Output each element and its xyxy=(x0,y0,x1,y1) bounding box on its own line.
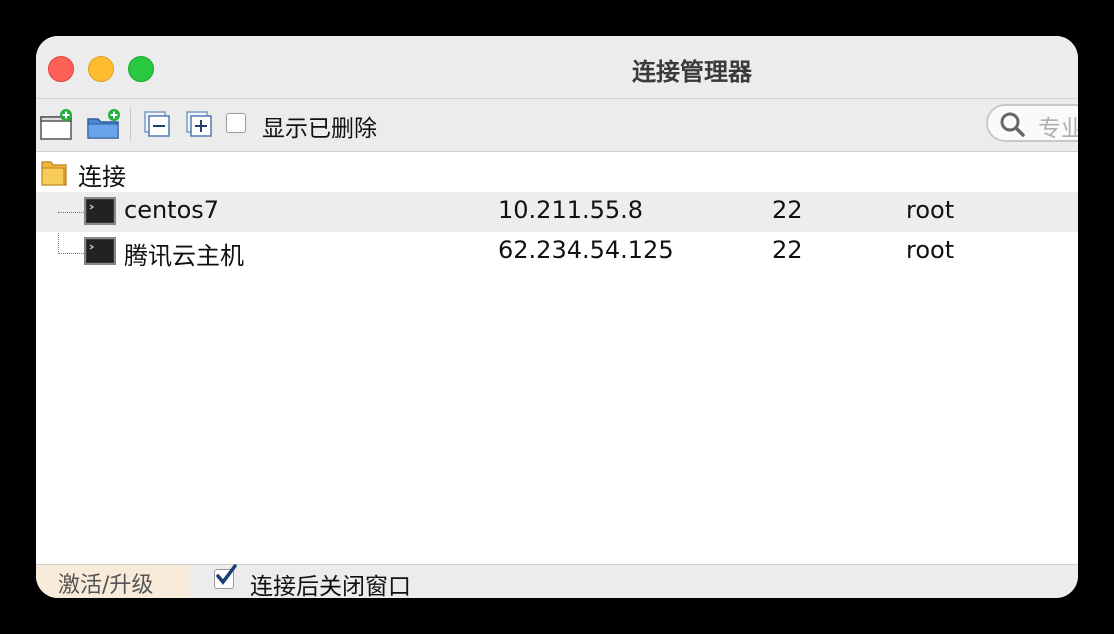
tree-connector xyxy=(58,212,84,213)
connection-row[interactable]: centos7 10.211.55.8 22 root xyxy=(36,192,1078,232)
search-placeholder: 专业 xyxy=(1038,116,1078,142)
window-title: 连接管理器 xyxy=(632,58,752,86)
connection-name: centos7 xyxy=(124,196,220,224)
terminal-icon xyxy=(84,197,116,225)
terminal-icon xyxy=(84,237,116,265)
close-window-button[interactable] xyxy=(48,56,74,82)
show-deleted-checkbox[interactable] xyxy=(226,113,246,133)
connection-manager-window: 连接管理器 显示已删除 专业 连接 centos7 10.211.55.8 22… xyxy=(36,36,1078,598)
bottom-bar: 激活/升级 连接后关闭窗口 xyxy=(36,564,1078,598)
search-input[interactable]: 专业 xyxy=(986,104,1078,142)
activate-upgrade-button[interactable]: 激活/升级 xyxy=(36,565,190,598)
title-bar[interactable]: 连接管理器 xyxy=(36,36,1078,99)
maximize-window-button[interactable] xyxy=(128,56,154,82)
connection-host: 62.234.54.125 xyxy=(498,236,674,264)
new-folder-icon[interactable] xyxy=(86,109,122,141)
connection-port: 22 xyxy=(772,196,803,224)
show-deleted-label: 显示已删除 xyxy=(262,116,377,142)
connection-row[interactable]: 腾讯云主机 62.234.54.125 22 root xyxy=(36,232,1078,272)
tree-connector xyxy=(58,253,84,254)
connection-host: 10.211.55.8 xyxy=(498,196,644,224)
close-after-connect-checkbox[interactable] xyxy=(214,564,237,589)
connection-user: root xyxy=(906,236,955,264)
close-after-connect-label: 连接后关闭窗口 xyxy=(250,574,411,598)
collapse-all-icon[interactable] xyxy=(144,111,172,139)
search-icon xyxy=(1000,112,1025,137)
connection-port: 22 xyxy=(772,236,803,264)
minimize-window-button[interactable] xyxy=(88,56,114,82)
toolbar-separator xyxy=(130,107,131,141)
checkmark-icon xyxy=(216,564,237,585)
connection-name: 腾讯云主机 xyxy=(124,242,244,270)
toolbar: 显示已删除 专业 xyxy=(36,99,1078,152)
expand-all-icon[interactable] xyxy=(186,111,214,139)
folder-label: 连接 xyxy=(78,163,126,191)
connection-user: root xyxy=(906,196,955,224)
new-connection-icon[interactable] xyxy=(40,109,74,141)
connection-tree: 连接 centos7 10.211.55.8 22 root 腾讯云主机 62. xyxy=(36,152,1078,564)
folder-icon xyxy=(41,161,67,186)
tree-folder-connections[interactable]: 连接 xyxy=(36,152,1078,192)
